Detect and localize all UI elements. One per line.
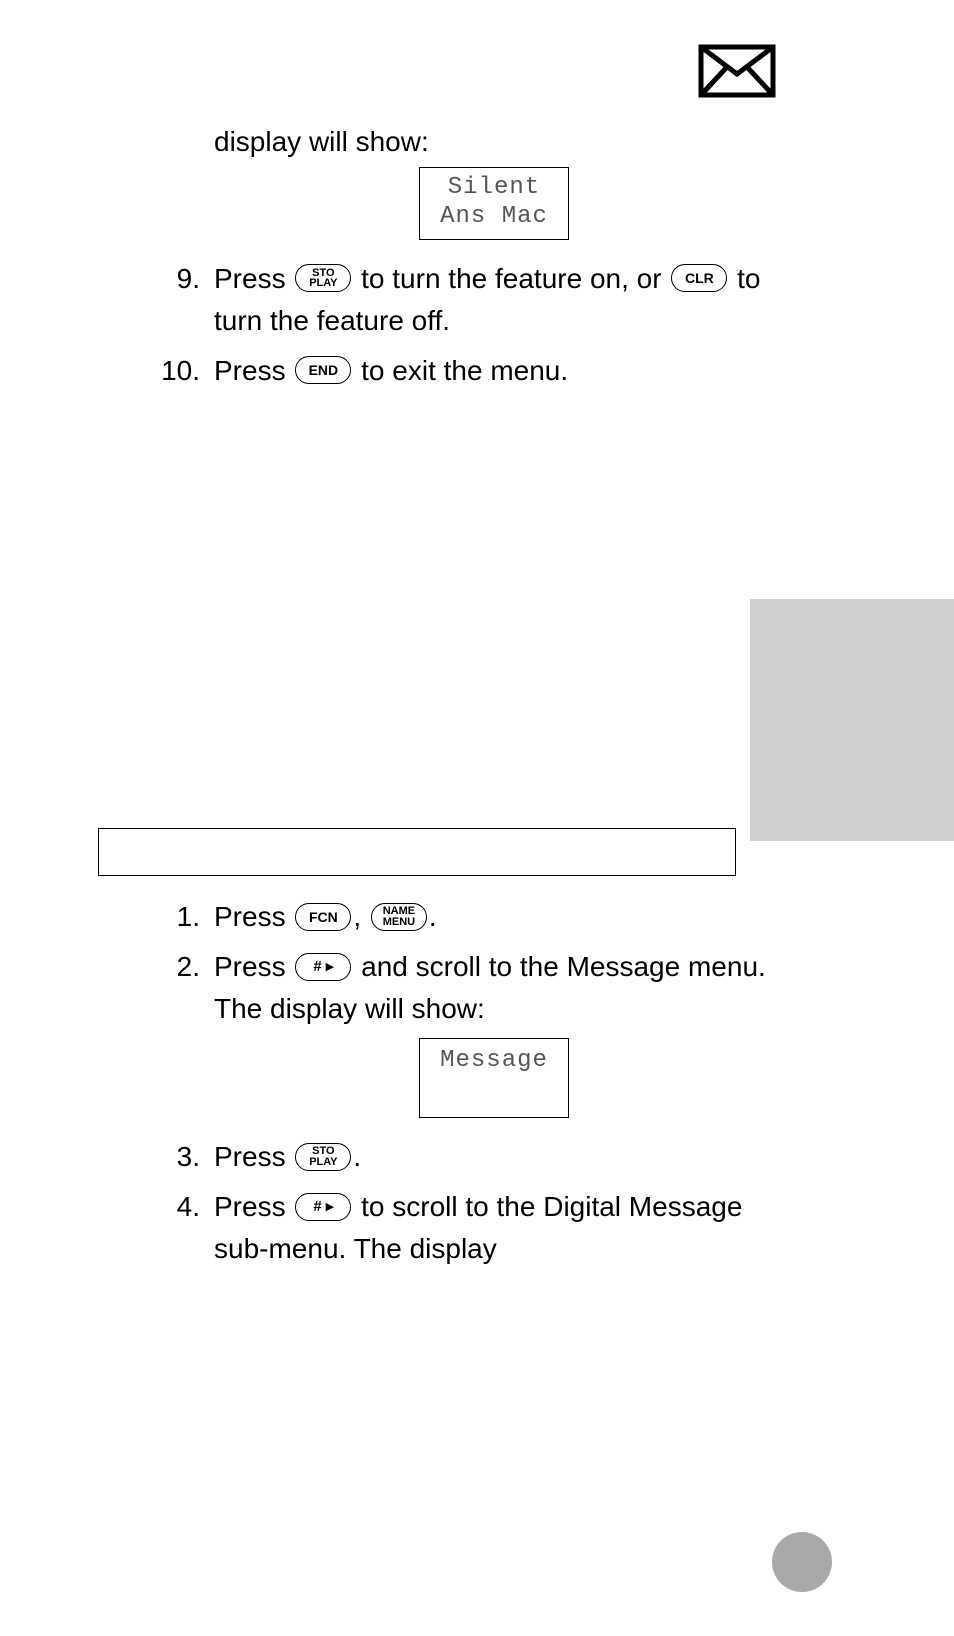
steps-list-bottom: 1.Press FCN, NAMEMENU. 2.Press # ▸ and sc… — [214, 896, 774, 1270]
mail-icon — [698, 44, 776, 103]
lcd-display-silent: Silent Ans Mac — [419, 167, 569, 240]
step-body: Press STOPLAY. — [214, 1136, 774, 1178]
step-body: Press # ▸ to scroll to the Digital Messa… — [214, 1186, 774, 1270]
step-body: Press # ▸ and scroll to the Message menu… — [214, 946, 774, 1030]
step-body: Press END to exit the menu. — [214, 350, 774, 392]
step-item: 10.Press END to exit the menu. — [214, 350, 774, 392]
step-number: 1. — [156, 896, 214, 938]
key-hash-right: # ▸ — [295, 1193, 351, 1221]
top-content: display will show: Silent Ans Mac 9.Pres… — [214, 122, 774, 400]
lcd-line: Silent — [420, 174, 568, 202]
step-number: 10. — [156, 350, 214, 392]
lcd-line: Ans Mac — [420, 203, 568, 231]
key-name-menu: NAMEMENU — [371, 903, 427, 931]
bottom-content: 1.Press FCN, NAMEMENU. 2.Press # ▸ and sc… — [214, 896, 774, 1278]
steps-list-top: 9.Press STOPLAY to turn the feature on, … — [214, 258, 774, 392]
step-body: Press STOPLAY to turn the feature on, or… — [214, 258, 774, 342]
key-sto-play: STOPLAY — [295, 1143, 351, 1171]
step-item: 4.Press # ▸ to scroll to the Digital Mes… — [214, 1186, 774, 1270]
key-end: END — [295, 356, 351, 384]
step-item: 3.Press STOPLAY. — [214, 1136, 774, 1178]
step-number: 4. — [156, 1186, 214, 1270]
step-body: Press FCN, NAMEMENU. — [214, 896, 774, 938]
side-tab — [750, 599, 954, 841]
lead-text: display will show: — [214, 122, 774, 161]
page-number-dot — [772, 1532, 832, 1592]
key-hash-right: # ▸ — [295, 953, 351, 981]
step-item: 2.Press # ▸ and scroll to the Message me… — [214, 946, 774, 1030]
section-heading-bar — [98, 828, 736, 876]
step-number: 9. — [156, 258, 214, 342]
key-sto-play: STOPLAY — [295, 264, 351, 292]
key-clr: CLR — [671, 264, 727, 292]
key-fcn: FCN — [295, 903, 351, 931]
step-item: 9.Press STOPLAY to turn the feature on, … — [214, 258, 774, 342]
step-item: 1.Press FCN, NAMEMENU. — [214, 896, 774, 938]
step-lcd-wrap: Message — [214, 1038, 774, 1118]
lcd-display: Message — [419, 1038, 569, 1118]
step-number: 2. — [156, 946, 214, 1030]
step-number: 3. — [156, 1136, 214, 1178]
